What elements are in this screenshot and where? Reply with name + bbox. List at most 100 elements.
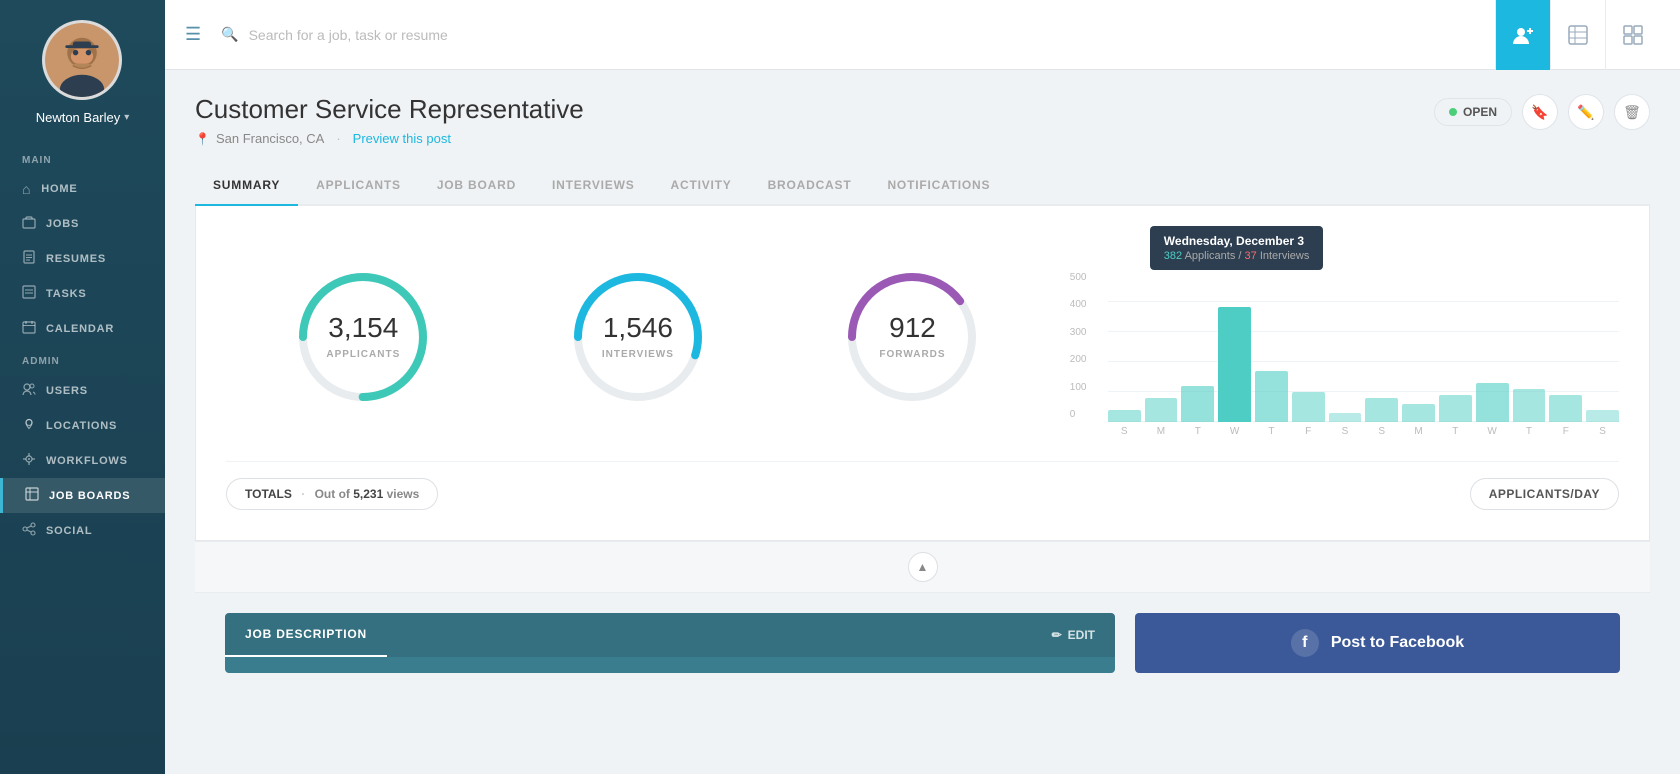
collapse-button[interactable]: ▲ bbox=[908, 552, 938, 582]
bar-col-1 bbox=[1145, 398, 1178, 422]
tooltip-interviews-count: 37 bbox=[1245, 250, 1257, 262]
locations-icon bbox=[22, 417, 36, 434]
resumes-icon bbox=[22, 250, 36, 267]
preview-post-link[interactable]: Preview this post bbox=[353, 131, 451, 146]
interviews-circle-chart: 1,546 INTERVIEWS bbox=[568, 267, 708, 407]
edit-job-desc-button[interactable]: ✏ EDIT bbox=[1032, 613, 1115, 657]
job-status-badge[interactable]: OPEN bbox=[1434, 98, 1512, 126]
facebook-icon: f bbox=[1291, 629, 1319, 657]
bar-4 bbox=[1255, 371, 1288, 422]
bars bbox=[1108, 272, 1619, 422]
job-header: Customer Service Representative 📍 San Fr… bbox=[195, 94, 1650, 146]
jobs-icon bbox=[22, 215, 36, 232]
sidebar-item-jobs[interactable]: JOBS bbox=[0, 206, 165, 241]
user-name-display[interactable]: Newton Barley ▾ bbox=[36, 110, 130, 125]
interviews-stat: 1,546 INTERVIEWS bbox=[501, 267, 776, 407]
tooltip-date: Wednesday, December 3 bbox=[1164, 234, 1310, 248]
bar-col-9 bbox=[1439, 395, 1472, 422]
main-content: ☰ 🔍 Search for a job, task or resume bbox=[165, 0, 1680, 774]
tab-broadcast[interactable]: BROADCAST bbox=[750, 166, 870, 206]
job-desc-tab[interactable]: JOB DESCRIPTION bbox=[225, 613, 387, 657]
sidebar-item-users[interactable]: USERS bbox=[0, 373, 165, 408]
forwards-circle-chart: 912 FORWARDS bbox=[842, 267, 982, 407]
bar-6 bbox=[1329, 413, 1362, 422]
add-person-button[interactable] bbox=[1495, 0, 1550, 70]
list-view-button[interactable] bbox=[1550, 0, 1605, 70]
tab-interviews[interactable]: INTERVIEWS bbox=[534, 166, 652, 206]
bar-12 bbox=[1549, 395, 1582, 422]
post-to-facebook-button[interactable]: f Post to Facebook bbox=[1135, 613, 1620, 673]
location-icon: 📍 bbox=[195, 132, 210, 146]
edit-button[interactable]: ✏️ bbox=[1568, 94, 1604, 130]
applicants-stat: 3,154 APPLICANTS bbox=[226, 267, 501, 407]
sidebar-item-home[interactable]: ⌂ HOME bbox=[0, 172, 165, 206]
social-icon bbox=[22, 522, 36, 539]
home-icon: ⌂ bbox=[22, 181, 31, 197]
edit-icon: ✏ bbox=[1052, 628, 1062, 642]
tooltip-applicants-count: 382 bbox=[1164, 250, 1182, 262]
bar-col-11 bbox=[1513, 389, 1546, 422]
tooltip-stats: 382 Applicants / 37 Interviews bbox=[1164, 250, 1310, 262]
bar-col-12 bbox=[1549, 395, 1582, 422]
bar-col-10 bbox=[1476, 383, 1509, 422]
job-boards-icon bbox=[25, 487, 39, 504]
bar-col-0 bbox=[1108, 410, 1141, 422]
bar-8 bbox=[1402, 404, 1435, 422]
topbar: ☰ 🔍 Search for a job, task or resume bbox=[165, 0, 1680, 70]
bar-10 bbox=[1476, 383, 1509, 422]
users-icon bbox=[22, 382, 36, 399]
tab-summary[interactable]: SUMMARY bbox=[195, 166, 298, 206]
tasks-icon bbox=[22, 285, 36, 302]
hamburger-menu[interactable]: ☰ bbox=[185, 24, 201, 45]
workflows-icon bbox=[22, 452, 36, 469]
user-profile[interactable]: Newton Barley ▾ bbox=[36, 20, 130, 125]
bar-11 bbox=[1513, 389, 1546, 422]
job-desc-tabs: JOB DESCRIPTION ✏ EDIT bbox=[225, 613, 1115, 657]
chart-columns: S M T W T F S S M T W T bbox=[1108, 272, 1619, 437]
applicants-circle-chart: 3,154 APPLICANTS bbox=[293, 267, 433, 407]
sidebar-item-tasks[interactable]: TASKS bbox=[0, 276, 165, 311]
sidebar-item-calendar[interactable]: CALENDAR bbox=[0, 311, 165, 346]
sidebar: Newton Barley ▾ Main ⌂ HOME JOBS bbox=[0, 0, 165, 774]
bar-3-highlighted bbox=[1218, 307, 1251, 422]
collapse-divider: ▲ bbox=[195, 541, 1650, 593]
grid-view-button[interactable] bbox=[1605, 0, 1660, 70]
bar-col-5 bbox=[1292, 392, 1325, 422]
admin-section-label: Admin bbox=[0, 356, 165, 367]
sidebar-item-job-boards[interactable]: JOB BOARDS bbox=[0, 478, 165, 513]
forwards-stat: 912 FORWARDS bbox=[775, 267, 1050, 407]
sidebar-item-resumes[interactable]: RESUMES bbox=[0, 241, 165, 276]
search-icon: 🔍 bbox=[221, 26, 238, 43]
page-content: Customer Service Representative 📍 San Fr… bbox=[165, 70, 1680, 774]
main-section-label: Main bbox=[0, 155, 165, 166]
tab-activity[interactable]: ACTIVITY bbox=[653, 166, 750, 206]
stats-row: 3,154 APPLICANTS 1,546 INT bbox=[226, 236, 1619, 437]
job-title: Customer Service Representative bbox=[195, 94, 584, 125]
bar-1 bbox=[1145, 398, 1178, 422]
applicants-per-day-badge[interactable]: APPLICANTS/DAY bbox=[1470, 478, 1619, 510]
totals-badge[interactable]: TOTALS · Out of 5,231 views bbox=[226, 478, 438, 510]
sidebar-item-locations[interactable]: LOCATIONS bbox=[0, 408, 165, 443]
y-axis: 0 100 200 300 400 500 bbox=[1070, 272, 1100, 422]
bar-0 bbox=[1108, 410, 1141, 422]
sidebar-item-social[interactable]: SOCIAL bbox=[0, 513, 165, 548]
tab-job-board[interactable]: JOB BOARD bbox=[419, 166, 534, 206]
bar-col-13 bbox=[1586, 410, 1619, 422]
bar-col-8 bbox=[1402, 404, 1435, 422]
bar-5 bbox=[1292, 392, 1325, 422]
totals-section: TOTALS · Out of 5,231 views APPLICANTS/D… bbox=[226, 461, 1619, 510]
search-placeholder[interactable]: Search for a job, task or resume bbox=[249, 27, 448, 43]
tab-applicants[interactable]: APPLICANTS bbox=[298, 166, 419, 206]
sidebar-item-workflows[interactable]: WORKFLOWS bbox=[0, 443, 165, 478]
tab-notifications[interactable]: NOTIFICATIONS bbox=[869, 166, 1008, 206]
chart-body: 0 100 200 300 400 500 bbox=[1070, 272, 1619, 437]
bar-col-6 bbox=[1329, 413, 1362, 422]
bookmark-button[interactable]: 🔖 bbox=[1522, 94, 1558, 130]
chevron-down-icon: ▾ bbox=[124, 112, 129, 123]
delete-button[interactable]: 🗑 bbox=[1614, 94, 1650, 130]
chart-tooltip: Wednesday, December 3 382 Applicants / 3… bbox=[1150, 226, 1324, 270]
main-tabs: SUMMARY APPLICANTS JOB BOARD INTERVIEWS … bbox=[195, 166, 1650, 206]
bottom-section: JOB DESCRIPTION ✏ EDIT f Post to Faceboo… bbox=[195, 593, 1650, 693]
job-description-card: JOB DESCRIPTION ✏ EDIT bbox=[225, 613, 1115, 673]
bar-13 bbox=[1586, 410, 1619, 422]
